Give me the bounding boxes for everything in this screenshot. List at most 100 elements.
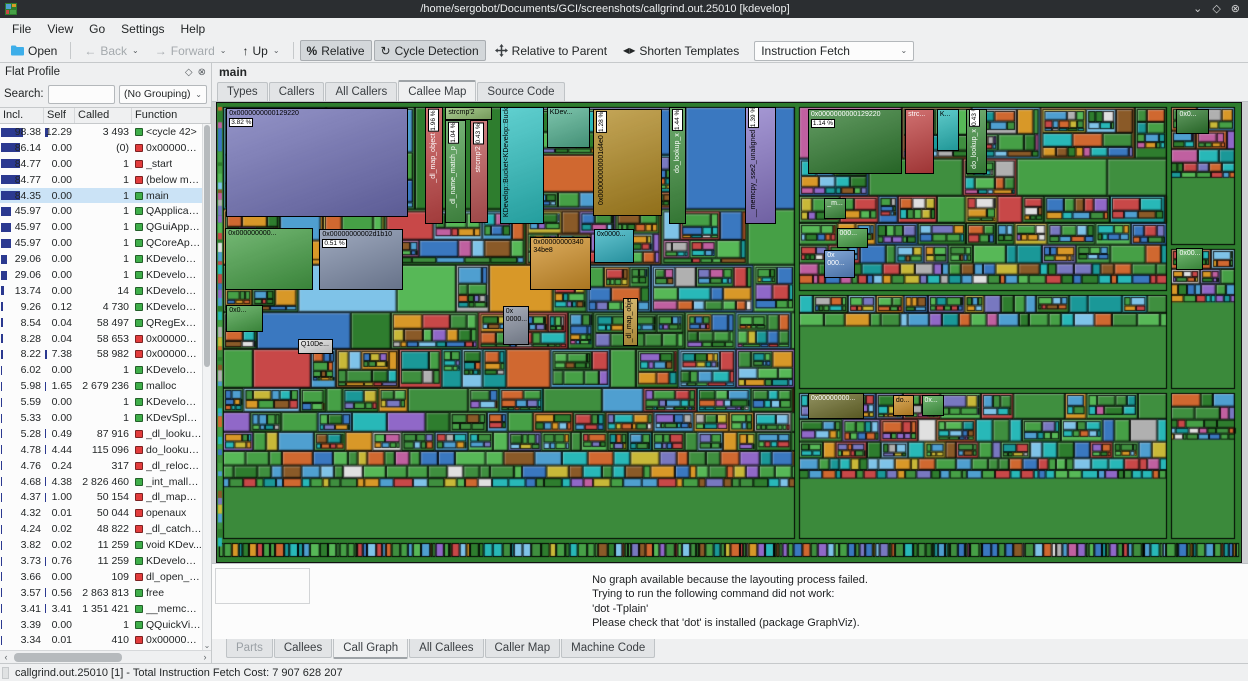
table-row[interactable]: 45.970.001QCoreAppli... <box>0 235 202 251</box>
tab-callee-map[interactable]: Callee Map <box>398 80 476 101</box>
treemap-block[interactable]: 0x 000... <box>824 250 855 278</box>
graph-birdseye[interactable] <box>215 568 310 604</box>
table-header[interactable]: Incl. Self Called Function <box>0 107 211 124</box>
table-row[interactable]: 29.060.001KDevelop::... <box>0 251 202 267</box>
menu-view[interactable]: View <box>39 20 81 38</box>
tab-types[interactable]: Types <box>217 82 268 101</box>
treemap-block[interactable]: 0x000000000001d4e01.28 % <box>593 109 663 217</box>
shorten-templates-toggle[interactable]: ◀▶ Shorten Templates <box>616 40 746 61</box>
close-dock-icon[interactable]: ⊗ <box>198 67 206 78</box>
scrollbar-thumb[interactable] <box>14 653 122 662</box>
search-input[interactable] <box>48 85 115 104</box>
column-function[interactable]: Function <box>132 108 211 123</box>
scroll-right-icon[interactable]: › <box>199 652 211 662</box>
table-row[interactable]: 3.413.411 351 421__memcpy... <box>0 601 202 617</box>
treemap-block[interactable]: KDev... <box>547 107 590 148</box>
table-row[interactable]: 4.760.24317_dl_relocat... <box>0 458 202 474</box>
treemap-block[interactable]: _dl_map_obje... <box>623 298 638 346</box>
cycle-detection-toggle[interactable]: ↻ Cycle Detection <box>374 40 486 61</box>
table-row[interactable]: 3.340.014100x0000000... <box>0 633 202 649</box>
table-row[interactable]: 84.770.001(below mai... <box>0 172 202 188</box>
table-row[interactable]: 5.280.4987 916_dl_lookup... <box>0 426 202 442</box>
menu-help[interactable]: Help <box>173 20 214 38</box>
tab-source-code[interactable]: Source Code <box>477 82 564 101</box>
treemap-block[interactable]: 0x00... <box>1176 248 1203 270</box>
scrollbar-thumb[interactable] <box>204 125 210 367</box>
treemap-block[interactable]: 0x0... <box>1176 109 1209 133</box>
tab-machine-code[interactable]: Machine Code <box>561 639 655 658</box>
table-row[interactable]: 45.970.001QApplicatio... <box>0 203 202 219</box>
vertical-scrollbar[interactable]: ⌄ <box>202 124 211 650</box>
treemap[interactable]: 0x00000000001292203.82 %_dl_map_object1.… <box>216 102 1242 563</box>
menu-go[interactable]: Go <box>81 20 113 38</box>
forward-dropdown-icon[interactable]: ⌄ <box>220 46 227 55</box>
horizontal-scrollbar[interactable]: ‹ › <box>0 650 211 663</box>
back-button[interactable]: ← Back ⌄ <box>77 40 145 61</box>
float-dock-icon[interactable]: ◇ <box>185 67 193 78</box>
tab-parts[interactable]: Parts <box>226 639 273 658</box>
scroll-down-icon[interactable]: ⌄ <box>203 641 211 650</box>
table-row[interactable]: 98.3812.293 493<cycle 42> <box>0 124 202 140</box>
tab-callees[interactable]: Callees <box>274 639 332 658</box>
table-row[interactable]: 4.240.0248 822_dl_catch_... <box>0 521 202 537</box>
dock-titlebar[interactable]: Flat Profile ◇ ⊗ <box>0 63 211 81</box>
treemap-block[interactable]: 0x00000000340 34be8 <box>530 237 590 289</box>
table-row[interactable]: 4.371.0050 154_dl_map_o... <box>0 489 202 505</box>
treemap-block[interactable]: K... <box>937 109 960 150</box>
up-dropdown-icon[interactable]: ⌄ <box>273 46 280 55</box>
treemap-block[interactable]: 0x0000... <box>594 229 634 263</box>
table-row[interactable]: 84.770.001_start <box>0 156 202 172</box>
treemap-block[interactable]: 0x00000000... <box>808 393 864 420</box>
treemap-block[interactable]: 0x... <box>922 395 945 416</box>
table-row[interactable]: 5.981.652 679 236malloc <box>0 378 202 394</box>
grouping-combobox[interactable]: (No Grouping) ⌄ <box>119 85 207 104</box>
treemap-block[interactable]: do... <box>893 395 915 416</box>
treemap-block[interactable]: Q10De... <box>298 339 333 354</box>
table-row[interactable]: 8.227.3858 9820x0000000... <box>0 346 202 362</box>
column-self[interactable]: Self <box>44 108 75 123</box>
menu-settings[interactable]: Settings <box>113 20 172 38</box>
table-row[interactable]: 3.660.00109dl_open_w... <box>0 569 202 585</box>
treemap-block[interactable]: __memcpy_sse2_unaligned1.39 % <box>745 107 776 224</box>
treemap-block[interactable]: 000... <box>837 228 869 248</box>
table-row[interactable]: 8.280.0458 6530x0000000... <box>0 331 202 347</box>
table-row[interactable]: 3.820.0211 259void KDev... <box>0 537 202 553</box>
table-row[interactable]: 13.740.0014KDevelop::... <box>0 283 202 299</box>
table-row[interactable]: 6.020.001KDevelop::... <box>0 362 202 378</box>
table-row[interactable]: 45.970.001QGuiApplic... <box>0 219 202 235</box>
table-row[interactable]: 5.590.001KDevelop::... <box>0 394 202 410</box>
table-row[interactable]: 86.140.00(0)0x0000000... <box>0 140 202 156</box>
close-icon[interactable]: ⊗ <box>1231 0 1240 18</box>
tab-callers[interactable]: Callers <box>269 82 325 101</box>
treemap-block[interactable]: 0x00000000001292201.14 % <box>808 109 902 173</box>
table-row[interactable]: 9.260.124 730KDevelop::... <box>0 299 202 315</box>
treemap-block[interactable]: _m... <box>824 198 846 219</box>
table-row[interactable]: 3.390.001QQuickVie... <box>0 617 202 633</box>
column-called[interactable]: Called <box>75 108 132 123</box>
table-row[interactable]: 5.330.001KDevSplas... <box>0 410 202 426</box>
treemap-block[interactable]: do_lookup_x1.44 % <box>669 107 686 224</box>
treemap-block[interactable]: 0x0... <box>226 305 263 332</box>
table-row[interactable]: 8.540.0458 497QRegExp::... <box>0 315 202 331</box>
relative-toggle[interactable]: % Relative <box>300 40 372 61</box>
treemap-block[interactable]: do_lookup_x0.43 % <box>966 109 988 173</box>
event-type-combobox[interactable]: Instruction Fetch ⌄ <box>754 41 914 61</box>
up-button[interactable]: ↑ Up ⌄ <box>235 40 286 61</box>
treemap-block[interactable]: strcmp'2 <box>445 107 492 120</box>
table-row[interactable]: 84.350.001main <box>0 188 202 204</box>
treemap-block[interactable]: KDevelop::Bucket<KDevelop::Bucke... <box>500 107 544 224</box>
table-row[interactable]: 4.320.0150 044openaux <box>0 505 202 521</box>
table-row[interactable]: 29.060.001KDevelop::... <box>0 267 202 283</box>
treemap-block[interactable]: strcmp'20.43 % <box>470 120 488 223</box>
tab-caller-map[interactable]: Caller Map <box>485 639 561 658</box>
treemap-block[interactable]: _dl_name_match_p1.04 % <box>445 120 465 223</box>
treemap-block[interactable]: 0x 0000... <box>503 306 530 345</box>
table-row[interactable]: 4.784.44115 096do_lookup... <box>0 442 202 458</box>
tab-all-callees[interactable]: All Callees <box>409 639 483 658</box>
forward-button[interactable]: → Forward ⌄ <box>148 40 234 61</box>
back-dropdown-icon[interactable]: ⌄ <box>132 46 139 55</box>
treemap-block[interactable]: 0x00000000002d1b100.51 % <box>319 229 403 290</box>
table-row[interactable]: 3.570.562 863 813free <box>0 585 202 601</box>
minimize-icon[interactable]: ⌄ <box>1193 0 1202 18</box>
treemap-block[interactable]: strc... <box>905 109 934 173</box>
